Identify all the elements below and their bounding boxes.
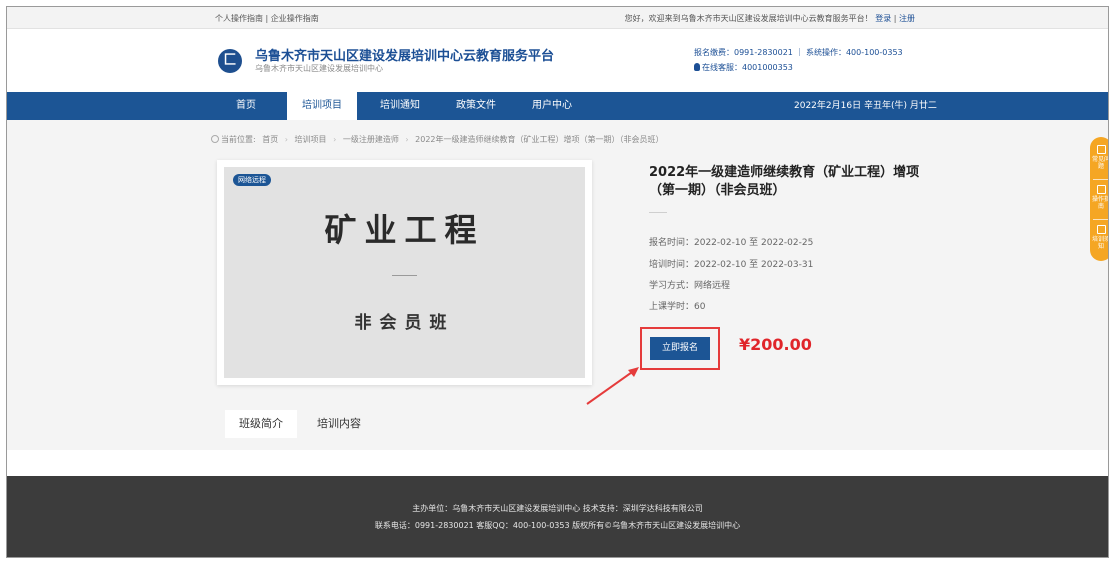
floating-help-sidebar: 常见问题 操作指南 培训须知 [1090,137,1109,261]
guide-links: 个人操作指南 | 企业操作指南 [215,13,319,24]
course-cover-image: 网络远程 矿业工程 非会员班 [224,167,585,378]
breadcrumb-training[interactable]: 培训项目 [295,135,327,144]
enroll-now-button[interactable]: 立即报名 [650,337,710,360]
study-mode: 学习方式：网络远程 [649,281,731,291]
online-service[interactable]: 在线客服：4001000353 [694,62,793,73]
guide-icon [1096,185,1106,194]
browser-viewport: 个人操作指南 | 企业操作指南 您好，欢迎来到乌鲁木齐市天山区建设发展培训中心云… [6,6,1109,558]
top-utility-bar: 个人操作指南 | 企业操作指南 您好，欢迎来到乌鲁木齐市天山区建设发展培训中心云… [7,7,1108,29]
sidebar-item-faq[interactable]: 常见问题 [1090,141,1109,179]
nav-policy-files[interactable]: 政策文件 [443,92,509,120]
personal-guide-link[interactable]: 个人操作指南 [215,14,263,23]
welcome-text: 您好，欢迎来到乌鲁木齐市天山区建设发展培训中心云教育服务平台！ [624,14,873,23]
breadcrumb-home[interactable]: 首页 [262,135,278,144]
main-nav: 首页 培训项目 培训通知 政策文件 用户中心 2022年2月16日 辛丑年(牛)… [7,92,1108,120]
breadcrumb-category[interactable]: 一级注册建造师 [343,135,399,144]
site-header: 匚 乌鲁木齐市天山区建设发展培训中心云教育服务平台 乌鲁木齐市天山区建设发展培训… [7,29,1108,92]
course-cover-card: 网络远程 矿业工程 非会员班 [217,160,592,385]
course-title: 2022年一级建造师继续教育（矿业工程）增项（第一期）（非会员班） [649,165,920,198]
title-divider [649,212,667,213]
course-content: 当前位置: 首页 › 培训项目 › 一级注册建造师 › 2022年一级建造师继续… [7,120,1108,450]
question-icon [1096,145,1106,154]
site-logo-icon[interactable]: 匚 [218,49,242,73]
contact-phones: 报名缴费：0991-2830021 ｜ 系统操作：400-100-0353 [694,48,903,57]
tab-class-intro[interactable]: 班级简介 [225,410,297,438]
nav-training-projects[interactable]: 培训项目 [287,92,357,120]
company-guide-link[interactable]: 企业操作指南 [271,14,319,23]
sidebar-divider [1093,219,1108,220]
class-hours: 上课学时：60 [649,302,706,312]
nav-training-notices[interactable]: 培训通知 [367,92,433,120]
welcome-area: 您好，欢迎来到乌鲁木齐市天山区建设发展培训中心云教育服务平台！ 登录 | 注册 [625,13,915,24]
sidebar-item-label: 常见问题 [1091,156,1109,170]
site-subtitle: 乌鲁木齐市天山区建设发展培训中心 [255,64,383,73]
breadcrumb-prefix: 当前位置: [221,135,256,144]
login-link[interactable]: 登录 [875,14,891,23]
lunar-date: 2022年2月16日 辛丑年(牛) 月廿二 [794,101,937,111]
nav-home[interactable]: 首页 [216,92,276,120]
annotation-arrow-icon [586,367,639,405]
site-footer: 主办单位：乌鲁木齐市天山区建设发展培训中心 技术支持：深圳学达科技有限公司 联系… [7,476,1108,557]
footer-organizer: 主办单位：乌鲁木齐市天山区建设发展培训中心 技术支持：深圳学达科技有限公司 [412,504,703,513]
online-tag-badge: 网络远程 [233,174,271,186]
breadcrumb-separator: › [405,135,409,144]
breadcrumb-separator: › [284,135,288,144]
cover-divider [392,275,417,276]
sidebar-item-notice[interactable]: 培训须知 [1090,221,1109,259]
cover-main-title: 矿业工程 [324,211,485,249]
sidebar-item-guide[interactable]: 操作指南 [1090,181,1109,219]
location-icon [211,135,219,143]
cover-class-name: 非会员班 [354,313,455,333]
sidebar-item-label: 培训须知 [1091,236,1109,250]
breadcrumb-separator: › [333,135,337,144]
breadcrumb-current: 2022年一级建造师继续教育（矿业工程）增项（第一期）（非会员班） [415,135,664,144]
sidebar-item-label: 操作指南 [1091,196,1109,210]
sidebar-divider [1093,179,1108,180]
auth-separator: | [893,14,897,23]
guide-separator: | [265,14,269,23]
course-price: ¥200.00 [739,335,812,354]
breadcrumb: 当前位置: 首页 › 培训项目 › 一级注册建造师 › 2022年一级建造师继续… [211,134,664,145]
notice-icon [1096,225,1106,234]
register-link[interactable]: 注册 [899,14,915,23]
service-icon [694,63,700,71]
site-title[interactable]: 乌鲁木齐市天山区建设发展培训中心云教育服务平台 [255,45,554,64]
tab-training-content[interactable]: 培训内容 [303,410,375,438]
signup-period: 报名时间：2022-02-10 至 2022-02-25 [649,238,814,248]
training-period: 培训时间：2022-02-10 至 2022-03-31 [649,260,814,270]
nav-user-center[interactable]: 用户中心 [519,92,585,120]
online-service-text: 在线客服：4001000353 [702,63,793,72]
footer-contact: 联系电话：0991-2830021 客服QQ：400-100-0353 版权所有… [374,521,741,530]
